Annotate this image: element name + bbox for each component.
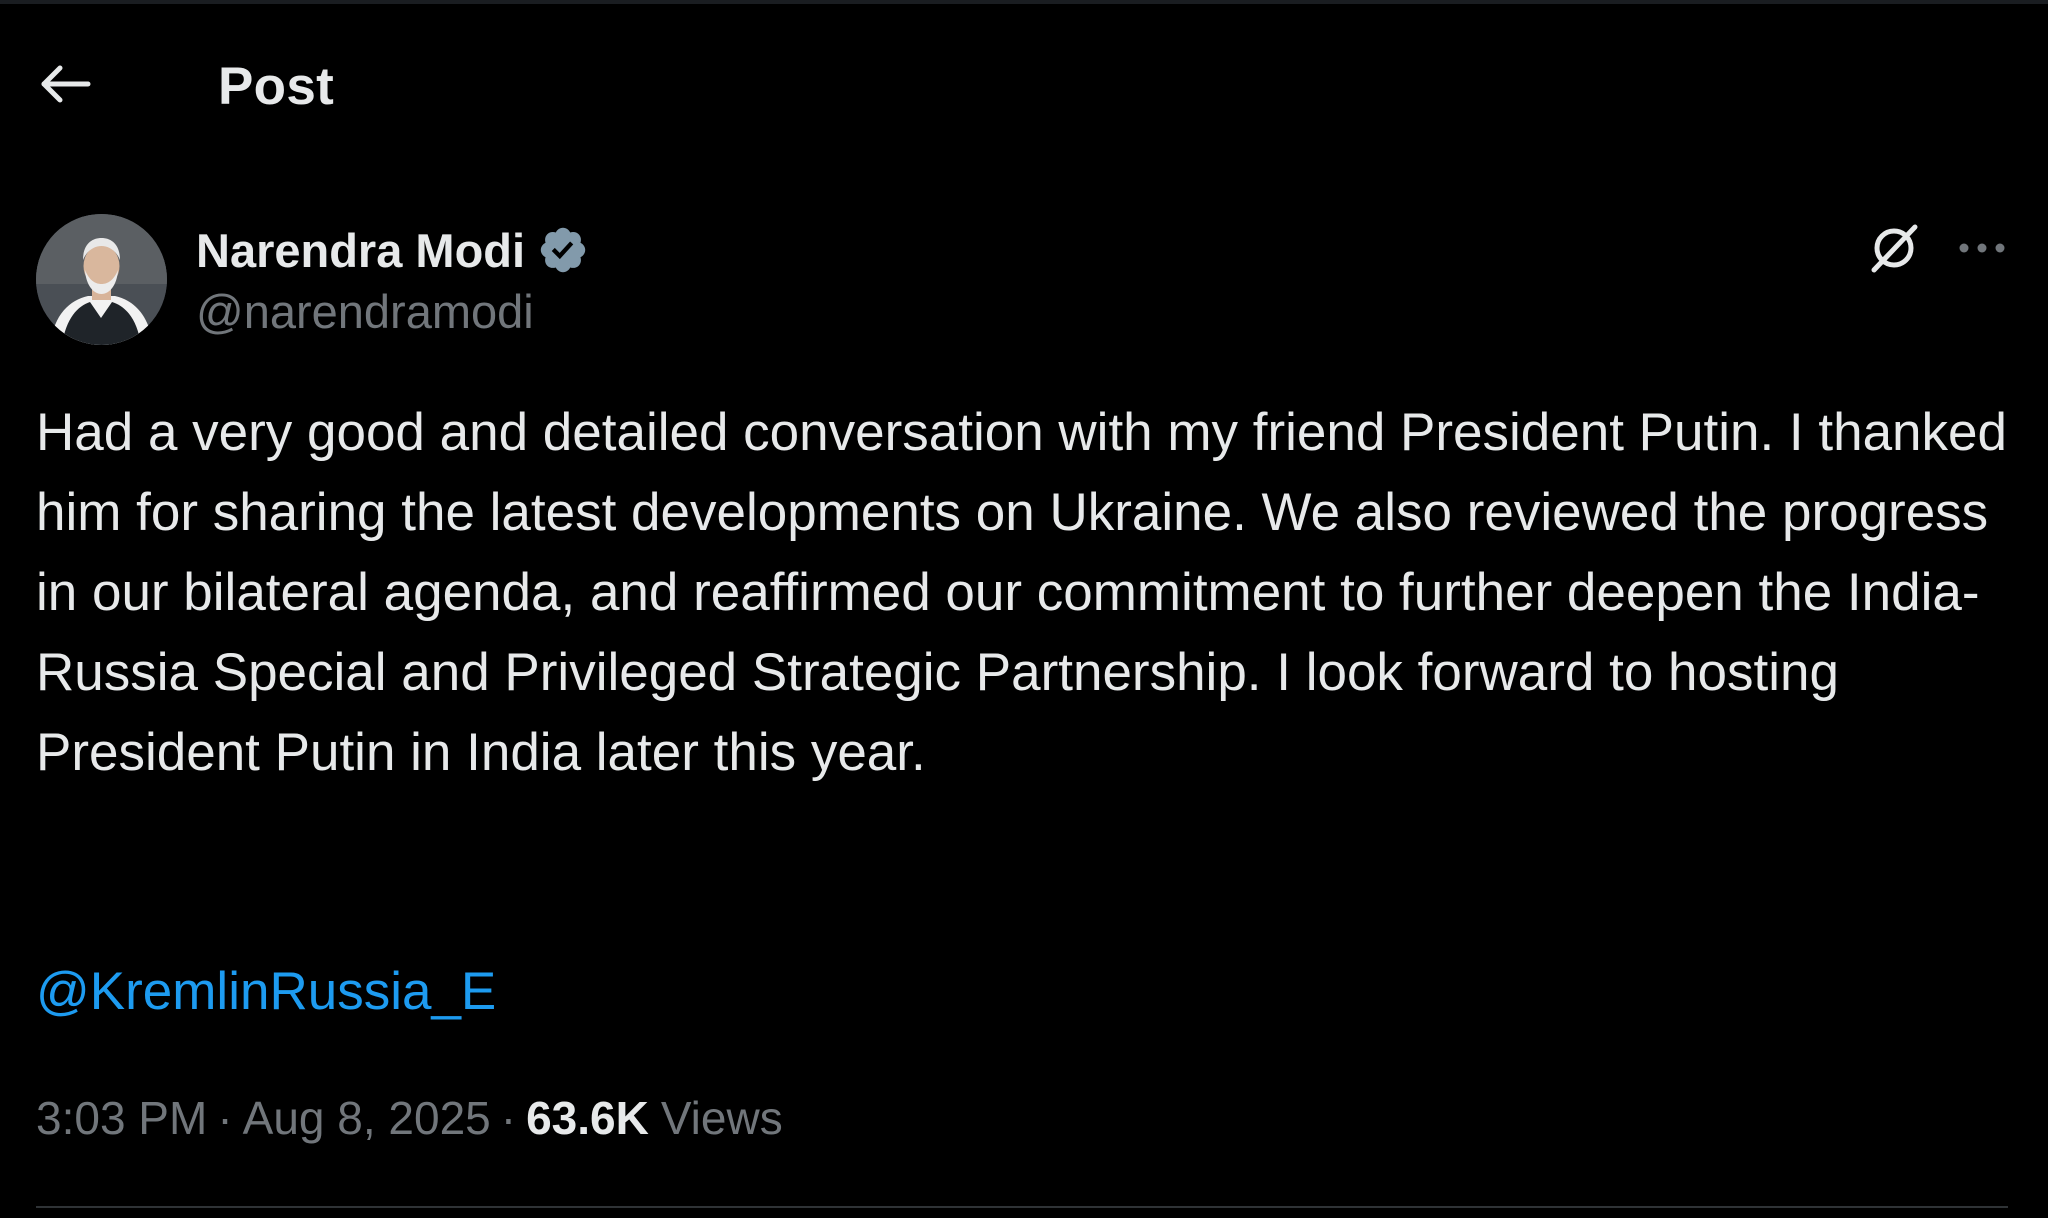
post-text: Had a very good and detailed conversatio… xyxy=(36,403,2022,782)
meta-separator: · xyxy=(217,1092,233,1144)
grok-icon xyxy=(1866,220,1922,281)
display-name[interactable]: Narendra Modi xyxy=(196,223,525,278)
post-author: Narendra Modi @narendramodi xyxy=(36,214,2016,354)
page-title: Post xyxy=(218,57,335,116)
user-handle[interactable]: @narendramodi xyxy=(196,284,534,339)
more-options-button[interactable] xyxy=(1946,216,2018,284)
meta-separator: · xyxy=(500,1092,517,1144)
name-row: Narendra Modi xyxy=(196,220,589,280)
mention-link[interactable]: @KremlinRussia_E xyxy=(36,952,496,1032)
avatar[interactable] xyxy=(36,214,167,345)
grok-button[interactable] xyxy=(1860,216,1928,284)
arrow-left-icon xyxy=(40,64,92,109)
post-date[interactable]: Aug 8, 2025 xyxy=(243,1091,491,1145)
views-count: 63.6K xyxy=(526,1092,649,1144)
views-label: Views xyxy=(660,1092,783,1144)
verified-badge-icon xyxy=(537,224,589,276)
post-header: Post xyxy=(0,0,2048,180)
more-horizontal-icon xyxy=(1958,241,2006,259)
post-meta: 3:03 PM · Aug 8, 2025 · 63.6K Views xyxy=(36,1088,783,1148)
divider xyxy=(36,1206,2008,1208)
post-time[interactable]: 3:03 PM xyxy=(36,1091,207,1145)
back-button[interactable] xyxy=(30,50,102,122)
